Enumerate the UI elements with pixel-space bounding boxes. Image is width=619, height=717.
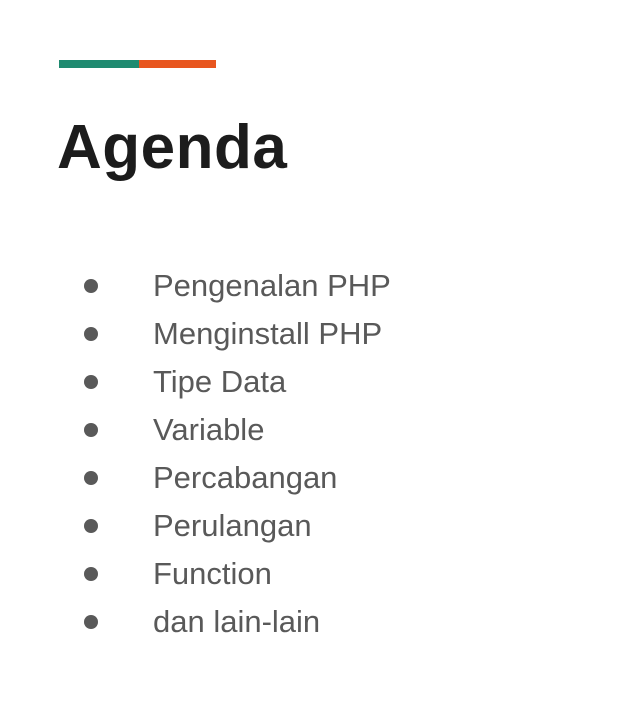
bullet-icon: [84, 615, 98, 629]
agenda-item: dan lain-lain: [84, 598, 391, 646]
agenda-item: Perulangan: [84, 502, 391, 550]
agenda-item: Pengenalan PHP: [84, 262, 391, 310]
agenda-item: Percabangan: [84, 454, 391, 502]
bullet-icon: [84, 375, 98, 389]
agenda-item-label: dan lain-lain: [153, 604, 321, 639]
slide-title: Agenda: [57, 113, 288, 182]
agenda-list: Pengenalan PHP Menginstall PHP Tipe Data…: [84, 262, 391, 646]
accent-bar-orange-segment: [139, 60, 216, 68]
bullet-icon: [84, 327, 98, 341]
agenda-item-label: Function: [153, 556, 272, 591]
bullet-icon: [84, 423, 98, 437]
agenda-item-label: Menginstall PHP: [153, 316, 383, 351]
slide: Agenda Pengenalan PHP Menginstall PHP Ti…: [0, 0, 619, 717]
agenda-item-label: Pengenalan PHP: [153, 268, 391, 303]
agenda-item-label: Variable: [153, 412, 265, 447]
agenda-item-label: Percabangan: [153, 460, 338, 495]
agenda-item: Function: [84, 550, 391, 598]
bullet-icon: [84, 279, 98, 293]
agenda-item: Variable: [84, 406, 391, 454]
bullet-icon: [84, 567, 98, 581]
bullet-icon: [84, 519, 98, 533]
accent-bar-teal-segment: [59, 60, 139, 68]
accent-bar: [59, 60, 216, 68]
agenda-item-label: Tipe Data: [153, 364, 287, 399]
agenda-item: Tipe Data: [84, 358, 391, 406]
bullet-icon: [84, 471, 98, 485]
agenda-item-label: Perulangan: [153, 508, 312, 543]
agenda-item: Menginstall PHP: [84, 310, 391, 358]
